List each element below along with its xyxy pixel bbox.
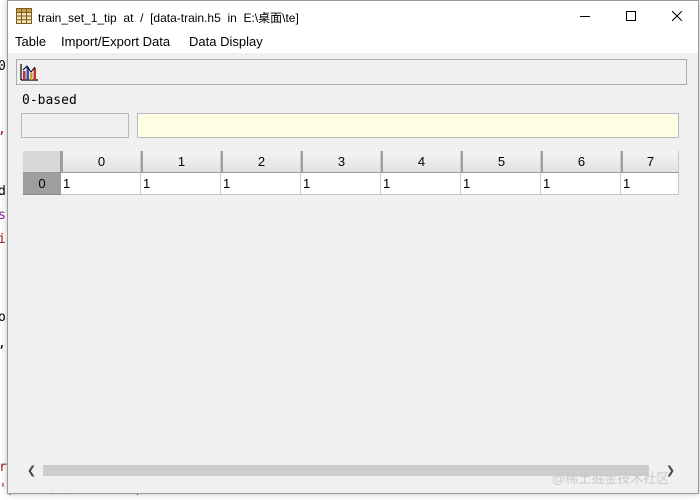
column-header[interactable]: 7	[621, 151, 679, 173]
table-cell[interactable]: 1	[61, 173, 141, 195]
menu-table[interactable]: Table	[15, 34, 46, 49]
table-cell[interactable]: 1	[221, 173, 301, 195]
maximize-button[interactable]	[608, 1, 654, 31]
background-fragment: d	[0, 184, 6, 199]
column-header[interactable]: 3	[301, 151, 381, 173]
scroll-left-arrow-icon[interactable]: ❮	[23, 462, 40, 479]
close-icon	[672, 11, 682, 21]
data-table: 0 1 2 3 4 5 6 7 0 1 1 1 1 1 1 1 1	[23, 151, 679, 195]
background-fragment: s	[0, 208, 6, 223]
hdf-table-window: train_set_1_tip at / [data-train.h5 in E…	[7, 0, 699, 494]
column-header[interactable]: 6	[541, 151, 621, 173]
minimize-icon	[580, 16, 590, 17]
watermark: @稀土掘金技术社区	[552, 471, 670, 486]
background-fragment: ,	[0, 122, 6, 137]
table-cell[interactable]: 1	[141, 173, 221, 195]
table-cell[interactable]: 1	[621, 173, 679, 195]
background-fragment: ,	[0, 336, 6, 351]
table-cell[interactable]: 1	[541, 173, 621, 195]
table-cell[interactable]: 1	[301, 173, 381, 195]
toolbar	[16, 59, 687, 85]
menu-data-display[interactable]: Data Display	[189, 34, 263, 49]
close-button[interactable]	[654, 1, 700, 31]
table-grid-icon	[16, 8, 32, 24]
table-corner[interactable]	[23, 151, 61, 173]
table-cell[interactable]: 1	[381, 173, 461, 195]
index-base-label: 0-based	[22, 93, 77, 108]
row-header[interactable]: 0	[23, 173, 61, 195]
maximize-icon	[626, 11, 636, 21]
column-header[interactable]: 0	[61, 151, 141, 173]
window-title: train_set_1_tip at / [data-train.h5 in E…	[38, 11, 299, 25]
bar-chart-icon[interactable]	[19, 62, 39, 82]
column-header[interactable]: 4	[381, 151, 461, 173]
cell-value-field[interactable]	[137, 113, 679, 138]
minimize-button[interactable]	[562, 1, 608, 31]
menu-import-export-data[interactable]: Import/Export Data	[61, 34, 170, 49]
column-header[interactable]: 5	[461, 151, 541, 173]
column-header[interactable]: 1	[141, 151, 221, 173]
title-bar[interactable]: train_set_1_tip at / [data-train.h5 in E…	[8, 1, 698, 31]
column-header[interactable]: 2	[221, 151, 301, 173]
table-cell[interactable]: 1	[461, 173, 541, 195]
cell-index-field	[21, 113, 129, 138]
background-fragment: o	[0, 310, 6, 325]
background-fragment: 0	[0, 59, 6, 74]
menu-bar: Table Import/Export Data Data Display	[8, 31, 698, 53]
background-fragment: i	[0, 232, 6, 247]
